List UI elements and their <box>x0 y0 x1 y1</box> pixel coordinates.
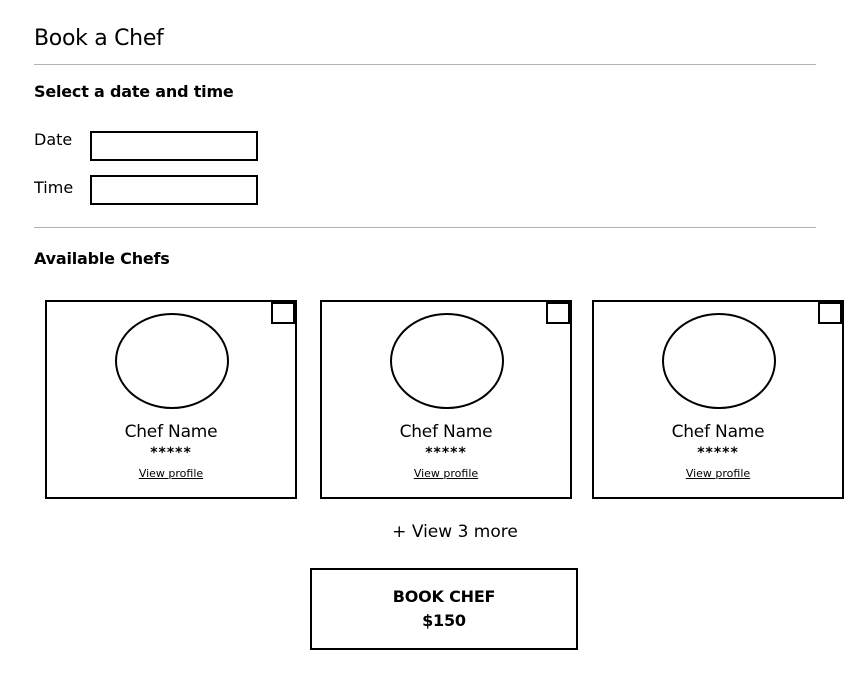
chef-name: Chef Name <box>124 422 218 442</box>
chef-rating: ***** <box>150 445 192 461</box>
chef-select-checkbox[interactable] <box>546 302 570 324</box>
time-label: Time <box>34 178 74 197</box>
book-chef-price: $150 <box>422 611 466 630</box>
chefs-heading: Available Chefs <box>34 249 170 268</box>
view-more-chefs-link[interactable]: + View 3 more <box>0 522 868 542</box>
view-profile-link[interactable]: View profile <box>47 467 295 480</box>
date-label: Date <box>34 130 73 149</box>
chef-avatar <box>115 313 229 409</box>
chef-name: Chef Name <box>671 422 765 442</box>
datetime-heading: Select a date and time <box>34 82 234 101</box>
chef-card[interactable]: Chef Name ***** View profile <box>592 300 844 499</box>
header-divider <box>34 64 816 65</box>
chef-card[interactable]: Chef Name ***** View profile <box>45 300 297 499</box>
time-input[interactable] <box>90 175 258 205</box>
chef-rating: ***** <box>697 445 739 461</box>
chef-avatar <box>390 313 504 409</box>
book-chef-label: BOOK CHEF <box>392 587 496 606</box>
chef-select-checkbox[interactable] <box>818 302 842 324</box>
date-input[interactable] <box>90 131 258 161</box>
chef-select-checkbox[interactable] <box>271 302 295 324</box>
view-profile-link[interactable]: View profile <box>322 467 570 480</box>
chef-avatar <box>662 313 776 409</box>
chef-rating: ***** <box>425 445 467 461</box>
book-chef-button[interactable]: BOOK CHEF $150 <box>310 568 578 650</box>
section-divider <box>34 227 816 228</box>
page-title: Book a Chef <box>34 26 164 51</box>
chef-card[interactable]: Chef Name ***** View profile <box>320 300 572 499</box>
view-profile-link[interactable]: View profile <box>594 467 842 480</box>
chef-name: Chef Name <box>399 422 493 442</box>
